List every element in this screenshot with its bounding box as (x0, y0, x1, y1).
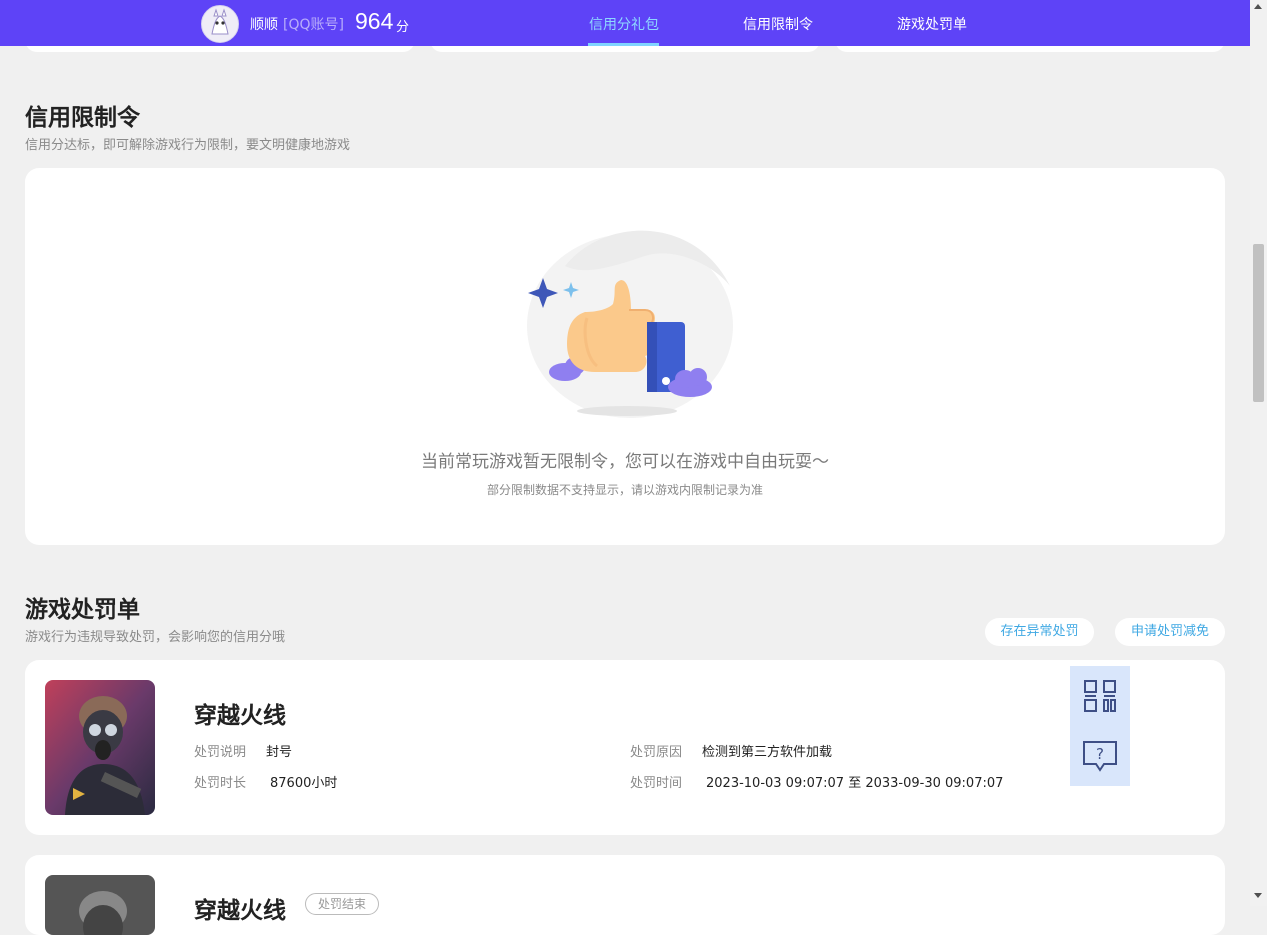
scroll-down-arrow-icon[interactable] (1254, 893, 1262, 898)
penalty-record-card: 穿越火线 处罚说明 封号 处罚时长 87600小时 处罚原因 检测到第三方软件加… (25, 660, 1225, 835)
tab-credit-gift[interactable]: 信用分礼包 (589, 14, 659, 34)
penalty-reason-value: 检测到第三方软件加载 (702, 745, 833, 760)
account-type: [QQ账号] (283, 17, 344, 33)
qrcode-icon (1084, 680, 1116, 712)
game-cover-image (45, 680, 155, 815)
penalty-duration-value: 87600小时 (270, 776, 338, 791)
status-badge: 处罚结束 (305, 893, 380, 915)
restriction-subtitle: 信用分达标，即可解除游戏行为限制，要文明健康地游戏 (25, 138, 351, 153)
page-scrollbar[interactable] (1250, 0, 1267, 906)
abnormal-penalty-button[interactable]: 存在异常处罚 (985, 618, 1094, 646)
penalty-record-card: 穿越火线 处罚结束 (25, 855, 1225, 935)
avatar[interactable] (201, 5, 239, 43)
penalty-time-label: 处罚时间 (630, 776, 683, 791)
top-navbar: 顺顺 [QQ账号] 964 分 信用分礼包 信用限制令 游戏处罚单 (0, 0, 1250, 46)
restriction-title: 信用限制令 (25, 105, 140, 131)
penalty-desc-value: 封号 (266, 745, 293, 760)
appeal-penalty-button[interactable]: 申请处罚减免 (1115, 618, 1225, 646)
score-unit: 分 (396, 20, 410, 35)
game-name: 穿越火线 (194, 898, 286, 924)
empty-note: 部分限制数据不支持显示，请以游戏内限制记录为准 (486, 483, 763, 497)
scroll-thumb[interactable] (1253, 244, 1264, 402)
help-chat-icon: ? (1083, 741, 1117, 772)
empty-message: 当前常玩游戏暂无限制令，您可以在游戏中自由玩耍～ (421, 452, 829, 472)
tab-game-penalty[interactable]: 游戏处罚单 (897, 14, 967, 34)
penalty-reason-label: 处罚原因 (630, 745, 683, 760)
penalty-time-value: 2023-10-03 09:07:07 至 2033-09-30 09:07:0… (706, 776, 1004, 791)
active-tab-indicator (588, 43, 659, 46)
svg-text:?: ? (1096, 745, 1104, 763)
credit-score: 964 (355, 8, 394, 34)
penalty-desc-label: 处罚说明 (194, 745, 247, 760)
help-button[interactable]: ? (1070, 726, 1130, 786)
tab-credit-restriction[interactable]: 信用限制令 (743, 14, 813, 34)
restriction-card: 当前常玩游戏暂无限制令，您可以在游戏中自由玩耍～ 部分限制数据不支持显示，请以游… (25, 168, 1225, 545)
penalty-subtitle: 游戏行为违规导致处罚，会影响您的信用分哦 (25, 630, 286, 645)
scroll-up-arrow-icon[interactable] (1254, 4, 1262, 9)
penalty-duration-label: 处罚时长 (194, 776, 247, 791)
game-cover-image (45, 875, 155, 935)
thumbs-up-illustration (527, 230, 733, 418)
qrcode-button[interactable] (1070, 666, 1130, 726)
user-name: 顺顺 (250, 17, 278, 33)
game-name: 穿越火线 (194, 703, 286, 729)
penalty-title: 游戏处罚单 (25, 597, 140, 623)
